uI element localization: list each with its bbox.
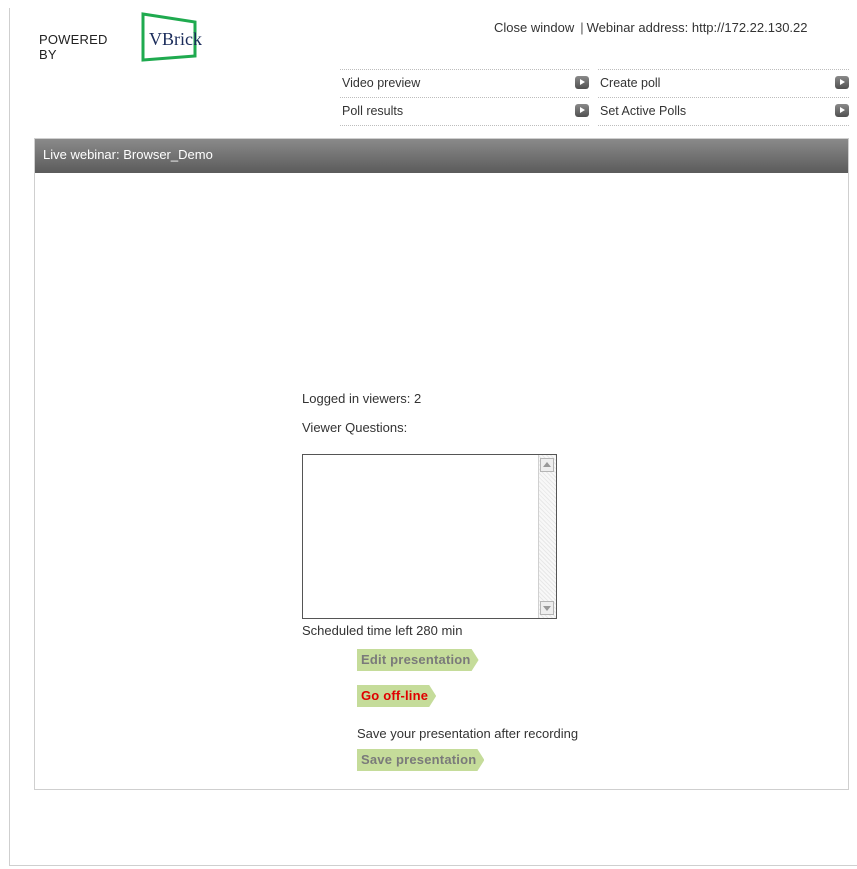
- edit-presentation-button[interactable]: Edit presentation: [357, 649, 479, 671]
- header-links: Close window | Webinar address: http://172…: [494, 20, 808, 35]
- webinar-address: Webinar address: http://172.22.130.22: [586, 20, 808, 35]
- questions-scrollbar[interactable]: [538, 455, 556, 618]
- menu-poll-results-label: Poll results: [342, 104, 404, 118]
- viewer-questions-label: Viewer Questions:: [302, 420, 408, 435]
- logged-in-viewers: Logged in viewers: 2: [302, 391, 422, 406]
- menu-divider: [598, 125, 849, 126]
- scheduled-time-left: Scheduled time left 280 min: [302, 623, 463, 638]
- vbrick-brand-text: VBrick: [149, 29, 202, 49]
- menu-divider: [340, 125, 589, 126]
- header-separator: |: [580, 20, 584, 35]
- menu-set-active-polls-label: Set Active Polls: [600, 104, 687, 118]
- menu-video-preview[interactable]: Video preview: [340, 69, 589, 96]
- save-hint-text: Save your presentation after recording: [357, 726, 579, 741]
- arrow-right-icon: [575, 76, 589, 89]
- panel-title: Live webinar: Browser_Demo: [35, 139, 848, 173]
- go-offline-button[interactable]: Go off-line: [357, 685, 436, 707]
- powered-by-label: POWERED BY: [39, 32, 108, 62]
- menu-poll-results[interactable]: Poll results: [340, 97, 589, 124]
- menu-create-poll[interactable]: Create poll: [598, 69, 849, 96]
- menu-set-active-polls[interactable]: Set Active Polls: [598, 97, 849, 124]
- arrow-right-icon: [835, 76, 849, 89]
- menu-create-poll-label: Create poll: [600, 76, 661, 90]
- arrow-right-icon: [835, 104, 849, 117]
- menu-video-preview-label: Video preview: [342, 76, 421, 90]
- scroll-down-icon[interactable]: [540, 601, 554, 615]
- viewer-questions-textarea[interactable]: [302, 454, 557, 619]
- close-window-link[interactable]: Close window: [494, 20, 574, 35]
- scroll-up-icon[interactable]: [540, 458, 554, 472]
- save-presentation-button[interactable]: Save presentation: [357, 749, 484, 771]
- arrow-right-icon: [575, 104, 589, 117]
